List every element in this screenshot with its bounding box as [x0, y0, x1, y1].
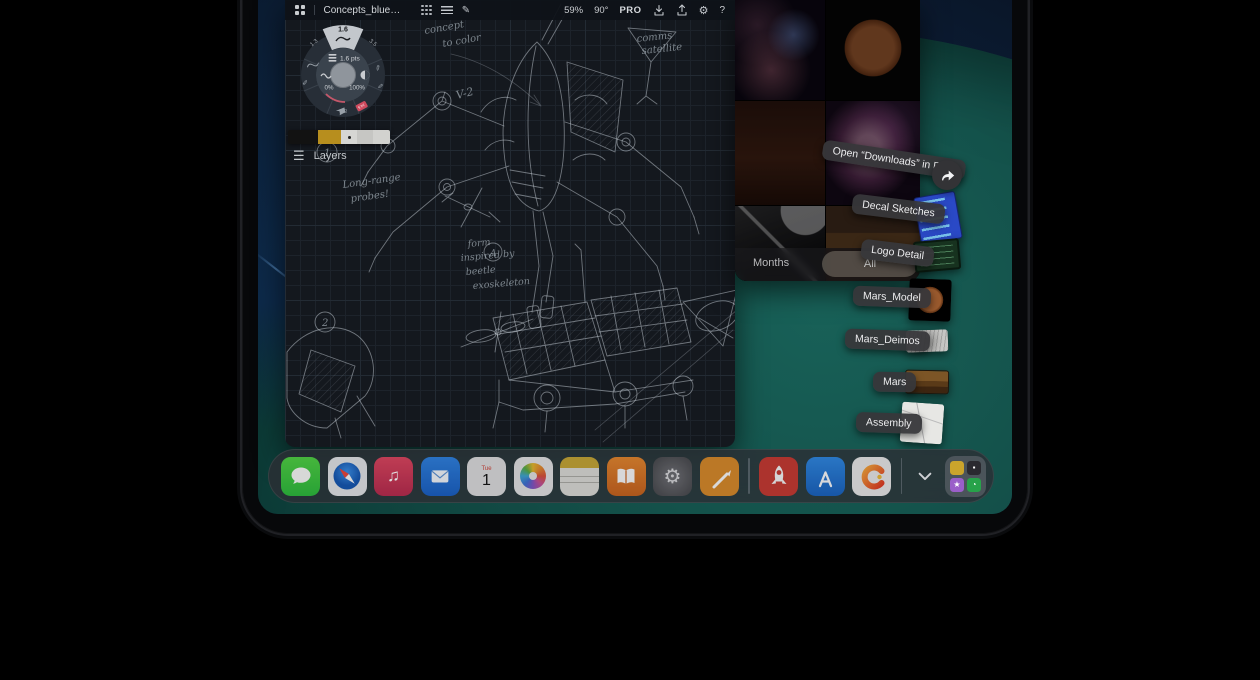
app-safari[interactable] — [328, 457, 367, 496]
opacity-max-label: 100% — [349, 85, 365, 92]
dock-chevron-button[interactable] — [912, 463, 938, 489]
selected-swatch-dot — [348, 136, 351, 139]
pro-badge[interactable]: PRO — [619, 5, 641, 16]
safari-compass-icon — [332, 461, 362, 491]
messages-bubble-icon — [289, 464, 313, 488]
app-books[interactable] — [607, 457, 646, 496]
svg-text:exoskeleton: exoskeleton — [472, 276, 530, 292]
photo-mars-landscape[interactable] — [735, 101, 825, 205]
rotation-value[interactable]: 90° — [594, 5, 608, 16]
active-tool-size: 1.6 — [338, 27, 348, 34]
app-mail[interactable] — [421, 457, 460, 496]
settings-gear-glyph: ⚙ — [664, 464, 682, 489]
svg-text:inspired by: inspired by — [460, 248, 515, 264]
forward-arrow-icon — [939, 168, 956, 183]
line-weight-icon[interactable] — [441, 6, 453, 15]
app-photos[interactable] — [514, 457, 553, 496]
app-store-a-icon — [811, 462, 839, 490]
swatch-light-selected[interactable] — [341, 130, 357, 144]
layers-label: Layers — [314, 150, 347, 162]
photos-flower-icon — [520, 463, 546, 489]
app-library-mini-purple: ★ — [950, 478, 964, 492]
color-swatch-bar — [288, 130, 390, 144]
app-library[interactable]: ▪ ★ ◔ — [945, 456, 986, 497]
pen-nib-icon[interactable]: ✎ — [462, 5, 470, 16]
svg-text:A: A — [489, 249, 497, 259]
dot-grid-icon[interactable] — [421, 5, 432, 16]
export-share-icon[interactable] — [676, 4, 688, 16]
concepts-app-window[interactable]: concept to color comms satellite V-2 Lon… — [285, 0, 735, 447]
drag-label-mars[interactable]: Mars — [873, 372, 917, 393]
rover-sketch — [493, 244, 735, 432]
scene: concept to color comms satellite V-2 Lon… — [0, 0, 1260, 680]
app-concepts[interactable] — [852, 457, 891, 496]
svg-text:probes!: probes! — [350, 189, 390, 205]
swatch-black[interactable] — [288, 130, 318, 144]
drag-label-mars-model[interactable]: Mars_Model — [853, 286, 931, 309]
drag-label-mars-deimos[interactable]: Mars_Deimos — [845, 329, 930, 352]
music-note-icon: ♫ — [387, 466, 400, 486]
calendar-day: 1 — [482, 473, 491, 489]
opacity-min-label: 0% — [325, 85, 334, 92]
svg-text:beetle: beetle — [465, 264, 496, 278]
app-library-mini-dark: ▪ — [967, 461, 981, 475]
svg-text:satellite: satellite — [641, 42, 683, 57]
stroke-size-label: 1.6 pts — [340, 56, 360, 63]
swatch-gray[interactable] — [357, 130, 373, 144]
swatch-lightgray[interactable] — [373, 130, 390, 144]
app-music[interactable]: ♫ — [374, 457, 413, 496]
rocket-icon — [765, 462, 793, 490]
app-notes[interactable] — [560, 457, 599, 496]
app-rocket[interactable] — [759, 457, 798, 496]
books-icon — [612, 462, 640, 490]
toolbar-divider — [314, 5, 315, 15]
drop-forward-button[interactable] — [932, 160, 962, 190]
svg-text:V-2: V-2 — [455, 85, 475, 102]
tab-months[interactable]: Months — [753, 257, 789, 269]
drag-label-assembly[interactable]: Assembly — [856, 412, 922, 434]
pen-icon — [705, 462, 733, 490]
import-icon[interactable] — [653, 4, 665, 16]
tool-wheel[interactable]: 1.6 1.3 3.5 8.9 ✎ ✎ ✎ 14.5 — [295, 18, 391, 120]
svg-text:concept: concept — [424, 19, 466, 37]
svg-text:Long-range: Long-range — [341, 172, 401, 191]
layers-mini-icon — [329, 54, 337, 62]
concepts-c-icon — [857, 461, 887, 491]
mail-envelope-icon — [427, 463, 453, 489]
svg-text:✎: ✎ — [301, 79, 309, 86]
dock: ♫ Tue 1 ⚙ — [268, 449, 994, 503]
app-linea-sketch[interactable] — [700, 457, 739, 496]
zoom-level[interactable]: 59% — [564, 5, 583, 16]
app-app-store[interactable] — [806, 457, 845, 496]
document-title[interactable]: Concepts_blue… — [324, 5, 401, 16]
svg-text:form: form — [466, 237, 491, 250]
chevron-down-icon — [915, 470, 935, 482]
photo-blue-nebula[interactable] — [735, 0, 825, 100]
app-messages[interactable] — [281, 457, 320, 496]
help-button[interactable]: ? — [719, 5, 725, 16]
settings-gear-icon[interactable]: ⚙ — [699, 4, 709, 17]
app-calendar[interactable]: Tue 1 — [467, 457, 506, 496]
gallery-grid-icon[interactable] — [295, 5, 305, 15]
concepts-toolbar: Concepts_blue… ✎ 59% 90° PRO ⚙ ? — [285, 0, 735, 20]
module-sketch — [287, 328, 375, 438]
photo-mars-globe[interactable] — [826, 0, 920, 100]
dock-divider — [748, 458, 750, 494]
app-library-mini-green: ◔ — [967, 478, 981, 492]
layers-menu-icon: ☰ — [293, 149, 305, 162]
svg-text:2: 2 — [321, 318, 328, 329]
app-library-mini-yellow — [950, 461, 964, 475]
app-settings[interactable]: ⚙ — [653, 457, 692, 496]
svg-text:✎: ✎ — [375, 83, 383, 90]
dock-divider — [901, 458, 903, 494]
layers-button[interactable]: ☰ Layers — [293, 149, 347, 162]
swatch-gold[interactable] — [318, 130, 341, 144]
svg-text:to color: to color — [442, 32, 483, 50]
